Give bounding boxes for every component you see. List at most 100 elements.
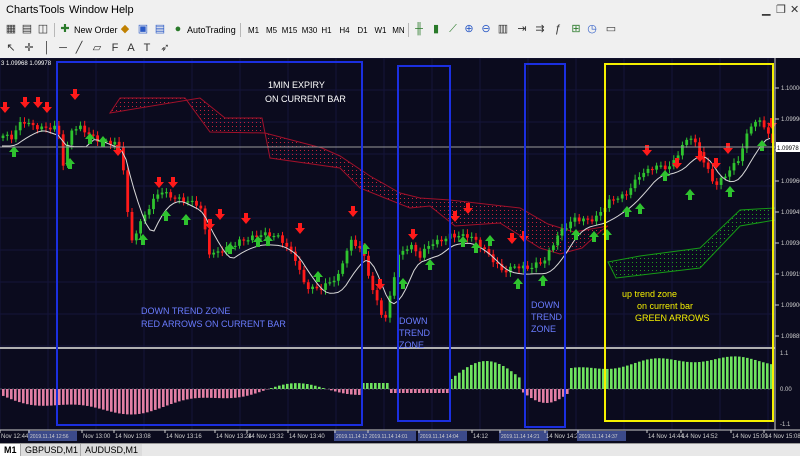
autoscroll-icon[interactable]: ⇉ <box>533 23 547 36</box>
histogram-bar <box>590 368 593 389</box>
indicator-tick-label: 1.1 <box>780 351 789 357</box>
minimize-icon[interactable]: ▁ <box>762 3 770 16</box>
market-watch-icon[interactable]: ◫ <box>36 23 50 36</box>
time-tick-label: 14 Nov 15:08 <box>765 434 800 440</box>
candle-body <box>569 222 572 229</box>
vertical-line-icon[interactable]: │ <box>40 42 54 55</box>
menu-window[interactable]: Window <box>69 4 108 16</box>
histogram-bar <box>218 389 221 398</box>
time-tick-label: 2019.11.14 14:01 <box>369 434 408 440</box>
candle-body <box>371 276 374 290</box>
histogram-bar <box>406 389 409 393</box>
fibonacci-icon[interactable]: F <box>108 42 122 55</box>
histogram-bar <box>442 389 445 393</box>
chart-shift-icon[interactable]: ⇥ <box>515 23 529 36</box>
histogram-bar <box>402 389 405 393</box>
histogram-bar <box>622 367 625 389</box>
histogram-bar <box>234 389 237 398</box>
histogram-bar <box>70 389 73 405</box>
candle-body <box>561 229 564 236</box>
time-tick-label: 14 Nov 15:00 <box>732 434 768 440</box>
candle-body <box>599 212 602 216</box>
histogram-bar <box>610 369 613 389</box>
histogram-bar <box>382 383 385 389</box>
histogram-bar <box>438 389 441 393</box>
histogram-bar <box>134 389 137 414</box>
histogram-bar <box>738 357 741 389</box>
tab-gbpusd[interactable]: GBPUSD,M1 <box>20 444 82 456</box>
data-window-icon[interactable]: ▤ <box>153 23 167 36</box>
candle-body <box>221 251 224 252</box>
up-zone-label-1: up trend zone <box>622 289 677 299</box>
histogram-bar <box>146 389 149 412</box>
histogram-bar <box>94 389 97 408</box>
close-icon[interactable]: ✕ <box>790 3 799 16</box>
candle-body <box>694 139 697 143</box>
candle-body <box>647 169 650 173</box>
zoom-out-icon[interactable]: ⊖ <box>479 23 493 36</box>
new-order-button[interactable]: New Order <box>74 22 118 38</box>
histogram-bar <box>322 388 325 389</box>
histogram-bar <box>418 389 421 393</box>
candlestick-icon[interactable]: ▮ <box>429 23 443 36</box>
histogram-bar <box>170 389 173 404</box>
menu-help[interactable]: Help <box>111 4 134 16</box>
histogram-bar <box>30 389 33 405</box>
time-tick-label: 14 Nov 14:44 <box>648 434 684 440</box>
restore-icon[interactable]: ❐ <box>776 3 786 16</box>
profiles-icon[interactable]: ▤ <box>20 23 34 36</box>
histogram-bar <box>174 389 177 403</box>
zoom-in-icon[interactable]: ⊕ <box>462 23 476 36</box>
trendline-icon[interactable]: ╱ <box>72 42 86 55</box>
candle-body <box>199 206 202 209</box>
tab-audusd[interactable]: AUDUSD,M1 <box>80 444 142 456</box>
indicator-list-icon[interactable]: ⊞ <box>569 23 583 36</box>
histogram-bar <box>150 389 153 411</box>
tile-windows-icon[interactable]: ▥ <box>496 23 510 36</box>
navigator-icon[interactable]: ▣ <box>136 23 150 36</box>
periodicity-icon[interactable]: ◷ <box>585 23 599 36</box>
candle-body <box>242 239 245 240</box>
histogram-bar <box>558 389 561 399</box>
histogram-bar <box>62 389 65 405</box>
menu-tools[interactable]: Tools <box>39 4 65 16</box>
indicators-icon[interactable]: ƒ <box>551 23 565 36</box>
time-tick-label: 2019.11.14 14:37 <box>579 434 618 440</box>
candle-body <box>707 163 710 169</box>
candle-body <box>10 135 13 140</box>
histogram-bar <box>186 389 189 399</box>
cursor-icon[interactable]: ↖ <box>4 42 18 55</box>
histogram-bar <box>66 389 69 405</box>
bar-chart-icon[interactable]: ╫ <box>412 23 426 36</box>
autotrading-button[interactable]: AutoTrading <box>187 22 236 38</box>
menu-charts[interactable]: Charts <box>6 4 38 16</box>
crosshair-icon[interactable]: ✛ <box>22 42 36 55</box>
templates-icon[interactable]: ▭ <box>604 23 618 36</box>
histogram-bar <box>574 368 577 389</box>
equidistant-channel-icon[interactable]: ▱ <box>90 42 104 55</box>
tab-m1[interactable]: M1 <box>0 444 21 456</box>
text-tool-icon[interactable]: A <box>124 42 138 55</box>
candle-body <box>165 192 168 193</box>
candle-body <box>393 277 396 296</box>
candle-body <box>445 239 448 242</box>
histogram-bar <box>518 377 521 389</box>
new-chart-icon[interactable]: ▦ <box>4 23 18 36</box>
timeframe-mn[interactable]: MN <box>388 22 409 40</box>
histogram-bar <box>46 389 49 406</box>
candle-body <box>156 194 159 198</box>
histogram-bar <box>254 389 257 394</box>
price-chart[interactable]: 1MIN EXPIRY ON CURRENT BAR DOWN TREND ZO… <box>0 58 800 443</box>
time-tick-label: 14 Nov 14:28 <box>546 434 582 440</box>
arrows-tool-icon[interactable]: ➶ <box>158 42 172 55</box>
histogram-bar <box>306 384 309 389</box>
line-chart-icon[interactable]: ⟋ <box>446 23 460 36</box>
timeframe-m15[interactable]: M15 <box>279 22 300 40</box>
candle-body <box>750 127 753 134</box>
metaeditor-icon[interactable]: ◆ <box>118 23 132 36</box>
histogram-bar <box>338 389 341 392</box>
horizontal-line-icon[interactable]: ─ <box>56 42 70 55</box>
histogram-bar <box>594 368 597 389</box>
label-tool-icon[interactable]: T <box>140 42 154 55</box>
histogram-bar <box>334 389 337 391</box>
